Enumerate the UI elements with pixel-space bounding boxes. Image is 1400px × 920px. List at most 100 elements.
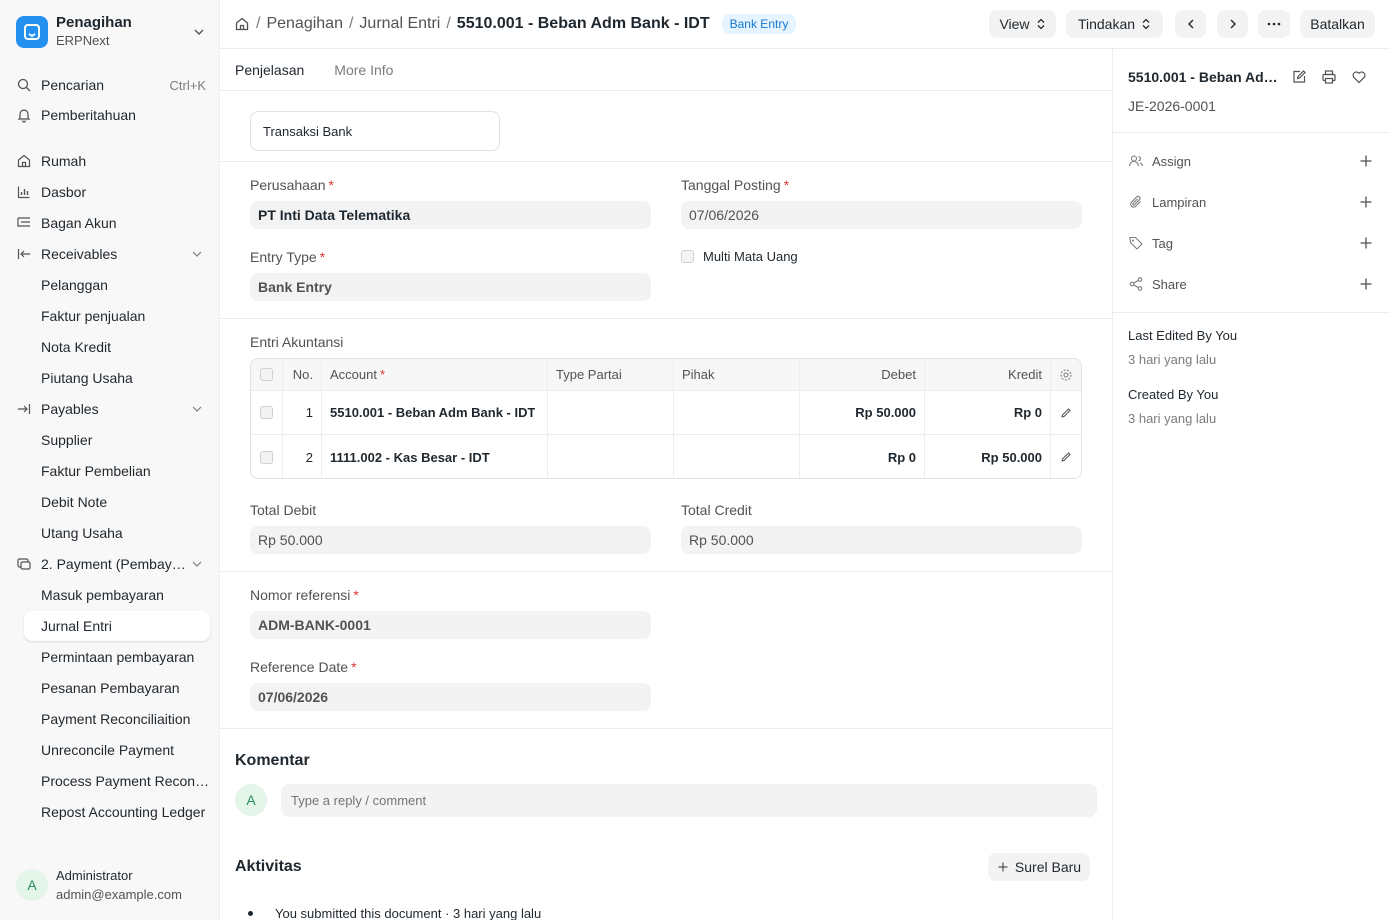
form-sidebar: 5510.001 - Beban Adm Bank - IDT JE-2026-… xyxy=(1113,49,1390,920)
new-email-button[interactable]: Surel Baru xyxy=(988,853,1090,881)
row-checkbox[interactable] xyxy=(260,406,273,419)
reference-number-field[interactable]: ADM-BANK-0001 xyxy=(250,611,651,639)
reference-number-label: Nomor referensi * xyxy=(250,587,359,603)
user-menu[interactable]: A Administrator admin@example.com xyxy=(16,866,182,904)
tags-row[interactable]: Tag xyxy=(1128,233,1373,253)
pencil-icon xyxy=(1061,407,1071,418)
sidebar-item-unreconcile-payment[interactable]: Unreconcile Payment xyxy=(8,735,210,765)
plus-icon[interactable] xyxy=(1359,195,1373,209)
chevron-down-icon[interactable] xyxy=(190,557,204,571)
checkbox[interactable] xyxy=(681,250,694,263)
sidebar-item-process-payment-reconciliation[interactable]: Process Payment Reconciliation xyxy=(8,766,210,796)
comment-input[interactable] xyxy=(281,784,1097,817)
entry-type-field[interactable]: Bank Entry xyxy=(250,273,651,301)
next-button[interactable] xyxy=(1217,10,1248,38)
sidebar-item-supplier[interactable]: Supplier xyxy=(8,425,210,455)
sidebar-item-repost-accounting-ledger[interactable]: Repost Accounting Ledger xyxy=(8,797,210,827)
sidebar-item-masuk-pembayaran[interactable]: Masuk pembayaran xyxy=(8,580,210,610)
cell-party-type[interactable] xyxy=(548,391,674,434)
edit-row-button[interactable] xyxy=(1051,435,1081,478)
sidebar-item-pelanggan[interactable]: Pelanggan xyxy=(8,270,210,300)
sidebar-item-nota-kredit[interactable]: Nota Kredit xyxy=(8,332,210,362)
cell-credit[interactable]: Rp 0 xyxy=(925,391,1051,434)
search-shortcut: Ctrl+K xyxy=(169,77,206,93)
reference-date-field[interactable]: 07/06/2026 xyxy=(250,683,651,711)
table-row[interactable]: 2 1111.002 - Kas Besar - IDT Rp 0 Rp 50.… xyxy=(251,435,1081,478)
column-settings-button[interactable] xyxy=(1051,359,1081,390)
search-icon xyxy=(17,78,31,92)
comments-title: Komentar xyxy=(235,752,310,769)
previous-button[interactable] xyxy=(1175,10,1206,38)
sidebar-item-debit-note[interactable]: Debit Note xyxy=(8,487,210,517)
cell-party[interactable] xyxy=(674,391,800,434)
sidebar-item-utang-usaha[interactable]: Utang Usaha xyxy=(8,518,210,548)
sidebar-item-rumah[interactable]: Rumah xyxy=(8,146,210,176)
view-button[interactable]: View xyxy=(989,10,1056,38)
chevron-down-icon[interactable] xyxy=(190,402,204,416)
app-switcher[interactable]: Penagihan ERPNext xyxy=(16,12,206,52)
tab-penjelasan[interactable]: Penjelasan xyxy=(235,49,305,91)
user-name: Administrator xyxy=(56,868,133,883)
sidebar-item-payables[interactable]: Payables xyxy=(8,394,210,424)
tab-more-info[interactable]: More Info xyxy=(334,49,393,91)
cell-debit[interactable]: Rp 0 xyxy=(800,435,925,478)
sidebar-item-jurnal-entri[interactable]: Jurnal Entri xyxy=(24,611,210,641)
plus-icon[interactable] xyxy=(1359,277,1373,291)
cancel-button[interactable]: Batalkan xyxy=(1300,10,1375,38)
sidebar-item-pesanan-pembayaran[interactable]: Pesanan Pembayaran xyxy=(8,673,210,703)
sidebar-item-dasbor[interactable]: Dasbor xyxy=(8,177,210,207)
col-party: Pihak xyxy=(674,359,800,390)
sidebar-item-payment[interactable]: 2. Payment (Pembayaran) xyxy=(8,549,210,579)
assign-row[interactable]: Assign xyxy=(1128,151,1373,171)
plus-icon[interactable] xyxy=(1359,154,1373,168)
attachments-row[interactable]: Lampiran xyxy=(1128,192,1373,212)
sidebar-item-bagan-akun[interactable]: Bagan Akun xyxy=(8,208,210,238)
required-mark: * xyxy=(328,177,334,193)
col-debit: Debet xyxy=(800,359,925,390)
home-icon[interactable] xyxy=(234,16,250,32)
erpnext-logo-icon xyxy=(16,16,48,48)
cell-party-type[interactable] xyxy=(548,435,674,478)
list-tree-icon xyxy=(17,217,30,227)
sidebar-item-payment-reconciliation[interactable]: Payment Reconciliaition xyxy=(8,704,210,734)
table-row[interactable]: 1 5510.001 - Beban Adm Bank - IDT Rp 50.… xyxy=(251,391,1081,435)
plus-icon[interactable] xyxy=(1359,236,1373,250)
sidebar-item-faktur-penjualan[interactable]: Faktur penjualan xyxy=(8,301,210,331)
cell-credit[interactable]: Rp 50.000 xyxy=(925,435,1051,478)
last-edited-text: Last Edited By You xyxy=(1128,328,1238,343)
sidebar-item-piutang-usaha[interactable]: Piutang Usaha xyxy=(8,363,210,393)
cell-no: 2 xyxy=(283,435,322,478)
edit-icon[interactable] xyxy=(1291,69,1307,85)
printer-icon[interactable] xyxy=(1321,69,1337,85)
app-subtitle: ERPNext xyxy=(56,33,110,48)
cell-debit[interactable]: Rp 50.000 xyxy=(800,391,925,434)
page-title: 5510.001 - Beban Adm Bank - IDT xyxy=(456,15,710,32)
cell-account[interactable]: 5510.001 - Beban Adm Bank - IDT xyxy=(322,391,548,434)
heart-icon[interactable] xyxy=(1351,69,1367,85)
multi-currency-checkbox[interactable]: Multi Mata Uang xyxy=(681,249,798,264)
voucher-type-select[interactable]: Transaksi Bank xyxy=(250,111,500,151)
sidebar-search[interactable]: Pencarian Ctrl+K xyxy=(8,70,210,100)
sidebar-item-faktur-pembelian[interactable]: Faktur Pembelian xyxy=(8,456,210,486)
company-field[interactable]: PT Inti Data Telematika xyxy=(250,201,651,229)
row-checkbox[interactable] xyxy=(260,450,273,464)
col-no: No. xyxy=(283,359,322,390)
sidebar: Penagihan ERPNext Pencarian Ctrl+K Pembe… xyxy=(0,0,220,920)
divider xyxy=(220,728,1112,729)
breadcrumb-penagihan[interactable]: Penagihan xyxy=(266,15,343,33)
breadcrumb-jurnal-entri[interactable]: Jurnal Entri xyxy=(359,15,440,33)
edit-row-button[interactable] xyxy=(1051,391,1081,434)
posting-date-field[interactable]: 07/06/2026 xyxy=(681,201,1082,229)
required-mark: * xyxy=(351,659,357,675)
sidebar-item-receivables[interactable]: Receivables xyxy=(8,239,210,269)
sidebar-item-label: Supplier xyxy=(41,432,93,448)
actions-button[interactable]: Tindakan xyxy=(1066,10,1163,38)
cell-party[interactable] xyxy=(674,435,800,478)
sidebar-item-permintaan-pembayaran[interactable]: Permintaan pembayaran xyxy=(8,642,210,672)
chevron-down-icon[interactable] xyxy=(190,247,204,261)
select-all-checkbox[interactable] xyxy=(260,368,273,381)
share-row[interactable]: Share xyxy=(1128,274,1373,294)
cell-account[interactable]: 1111.002 - Kas Besar - IDT xyxy=(322,435,548,478)
more-button[interactable] xyxy=(1258,10,1290,38)
sidebar-notifications[interactable]: Pemberitahuan xyxy=(8,100,210,130)
